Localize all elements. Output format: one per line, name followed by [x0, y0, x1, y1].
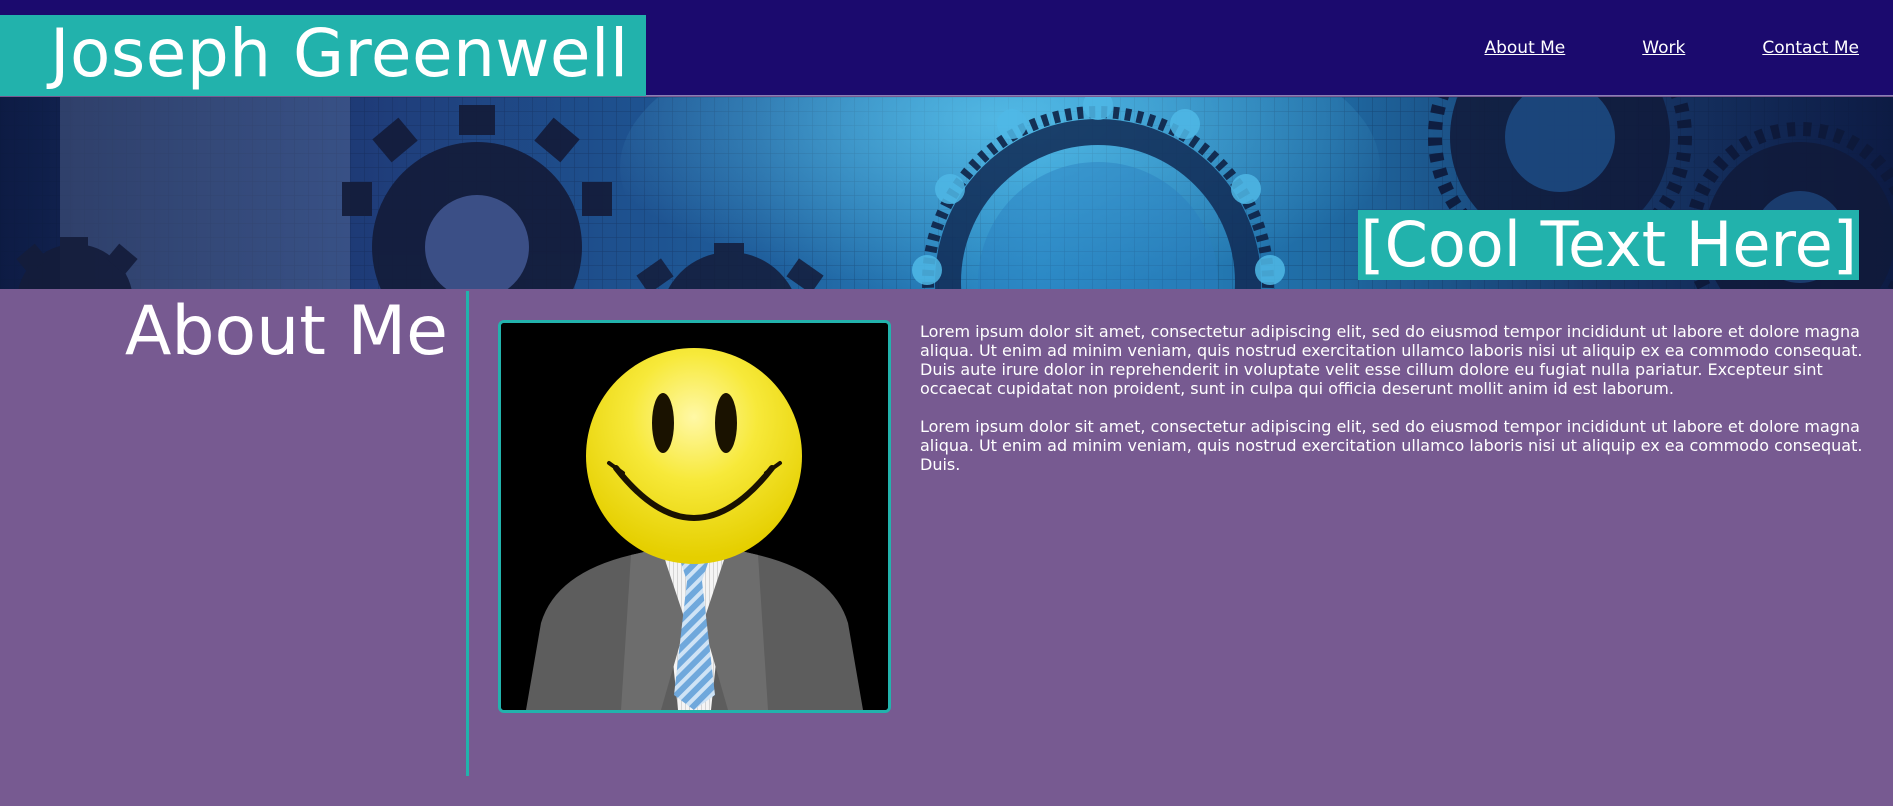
- bio-paragraph-1: Lorem ipsum dolor sit amet, consectetur …: [920, 322, 1863, 398]
- profile-photo: [498, 320, 891, 713]
- section-heading: About Me: [124, 292, 448, 371]
- bio-text: Lorem ipsum dolor sit amet, consectetur …: [920, 322, 1868, 493]
- site-title: Joseph Greenwell: [50, 15, 629, 92]
- nav-link-work[interactable]: Work: [1642, 38, 1685, 58]
- bio-paragraph-2: Lorem ipsum dolor sit amet, consectetur …: [920, 417, 1863, 474]
- site-header: Joseph Greenwell About Me Work Contact M…: [0, 0, 1893, 96]
- banner-tagline: [Cool Text Here]: [1358, 208, 1859, 281]
- hero-banner: [Cool Text Here]: [0, 97, 1893, 289]
- vertical-divider: [466, 291, 469, 776]
- main-nav: About Me Work Contact Me: [1484, 38, 1859, 58]
- smiley-businessman-image: [501, 323, 888, 710]
- nav-link-about-me[interactable]: About Me: [1484, 38, 1565, 58]
- nav-link-contact-me[interactable]: Contact Me: [1762, 38, 1859, 58]
- brand-block: Joseph Greenwell: [0, 15, 646, 96]
